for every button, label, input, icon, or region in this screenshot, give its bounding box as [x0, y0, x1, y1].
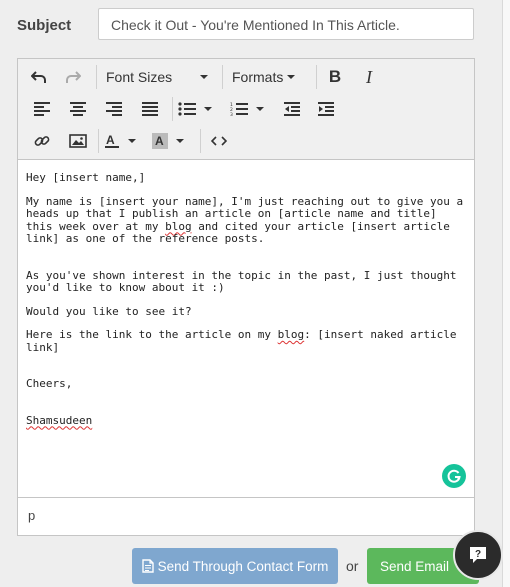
spellcheck-word: blog [277, 328, 305, 341]
svg-text:?: ? [475, 549, 481, 560]
chevron-down-icon [176, 139, 184, 143]
chevron-down-icon [287, 75, 296, 79]
bullet-list-button[interactable] [178, 96, 218, 122]
background-color-icon: A [152, 133, 168, 149]
justify-icon[interactable] [138, 96, 162, 122]
toolbar-separator [96, 65, 97, 89]
image-icon[interactable] [66, 128, 90, 154]
email-signature: Shamsudeen [26, 413, 93, 427]
rich-text-editor: Font Sizes Formats B I 1 2 3 A A Hey [in… [17, 58, 475, 536]
toolbar-separator [98, 129, 99, 153]
align-left-icon[interactable] [30, 96, 54, 122]
email-paragraph-2: As you've shown interest in the topic in… [26, 268, 464, 294]
chevron-down-icon [200, 75, 209, 79]
chevron-down-icon [256, 107, 264, 111]
send-through-contact-form-button[interactable]: Send Through Contact Form [132, 548, 338, 584]
or-separator-text: or [346, 558, 359, 574]
chat-help-icon[interactable]: ? [453, 530, 503, 580]
toolbar-row-1: Font Sizes Formats B I [18, 61, 474, 93]
email-paragraph-4: Here is the link to the article on my bl… [26, 328, 464, 354]
text-color-button[interactable]: A [104, 128, 142, 154]
numbered-list-button[interactable]: 123 [230, 96, 270, 122]
chevron-down-icon [204, 107, 212, 111]
email-paragraph-1: My name is [insert your name], I'm just … [26, 194, 470, 245]
spellcheck-word: blog [165, 219, 192, 233]
document-icon [141, 559, 154, 573]
editor-statusbar: p [18, 497, 474, 535]
email-closing: Cheers, [26, 377, 73, 390]
editor-toolbar: Font Sizes Formats B I 1 2 3 A A [18, 59, 474, 160]
formats-dropdown[interactable]: Formats [232, 64, 312, 90]
toolbar-separator [316, 65, 317, 89]
subject-input[interactable]: Check it Out - You're Mentioned In This … [98, 8, 474, 40]
grammarly-icon[interactable] [442, 464, 466, 488]
background-color-button[interactable]: A [152, 128, 190, 154]
text-color-icon: A [105, 133, 119, 148]
italic-button[interactable]: I [356, 64, 382, 90]
element-path[interactable]: p [28, 508, 35, 523]
source-code-icon[interactable] [206, 128, 232, 154]
svg-text:3: 3 [230, 112, 233, 116]
toolbar-row-2: 123 [18, 93, 474, 125]
svg-text:A: A [106, 133, 115, 147]
redo-icon[interactable] [60, 64, 86, 90]
font-sizes-dropdown[interactable]: Font Sizes [106, 64, 210, 90]
toolbar-separator [222, 65, 223, 89]
email-greeting: Hey [insert name,] [26, 171, 146, 184]
indent-icon[interactable] [314, 96, 338, 122]
align-right-icon[interactable] [102, 96, 126, 122]
link-icon[interactable] [30, 128, 54, 154]
bold-button[interactable]: B [322, 64, 348, 90]
toolbar-separator [172, 97, 173, 121]
page-scroll-edge [502, 0, 510, 587]
numbered-list-icon: 123 [230, 102, 248, 116]
send-email-label: Send Email [380, 558, 450, 574]
send-contact-label: Send Through Contact Form [157, 558, 329, 574]
bullet-list-icon [178, 102, 196, 116]
align-center-icon[interactable] [66, 96, 90, 122]
chevron-down-icon [128, 139, 136, 143]
toolbar-row-3: A A [18, 125, 474, 157]
svg-text:A: A [155, 134, 164, 148]
formats-label: Formats [232, 69, 284, 85]
subject-label: Subject [17, 17, 72, 34]
email-paragraph-3: Would you like to see it? [26, 304, 192, 318]
editor-content[interactable]: Hey [insert name,] My name is [insert yo… [18, 160, 474, 497]
undo-icon[interactable] [26, 64, 52, 90]
font-sizes-label: Font Sizes [106, 69, 173, 85]
outdent-icon[interactable] [280, 96, 304, 122]
toolbar-separator [200, 129, 201, 153]
